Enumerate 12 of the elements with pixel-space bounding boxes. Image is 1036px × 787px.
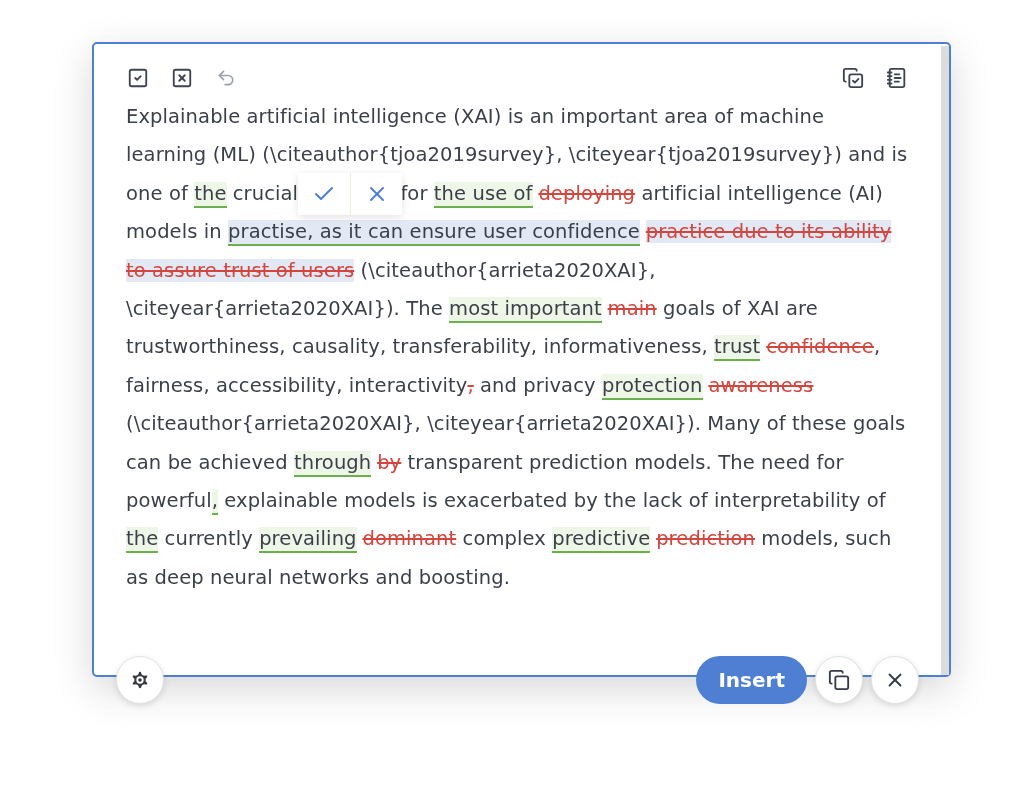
accept-all-icon[interactable] (126, 66, 150, 90)
settings-button[interactable] (116, 656, 164, 704)
accept-check-icon[interactable] (298, 172, 351, 215)
gear-icon (129, 669, 151, 691)
close-button[interactable] (871, 656, 919, 704)
copy-icon (828, 669, 850, 691)
scrollbar[interactable] (941, 46, 949, 675)
copy-button[interactable] (815, 656, 863, 704)
reject-close-icon[interactable] (350, 172, 403, 215)
reject-all-icon[interactable] (170, 66, 194, 90)
insert-button[interactable]: Insert (696, 656, 807, 704)
copy-check-icon[interactable] (841, 66, 865, 90)
